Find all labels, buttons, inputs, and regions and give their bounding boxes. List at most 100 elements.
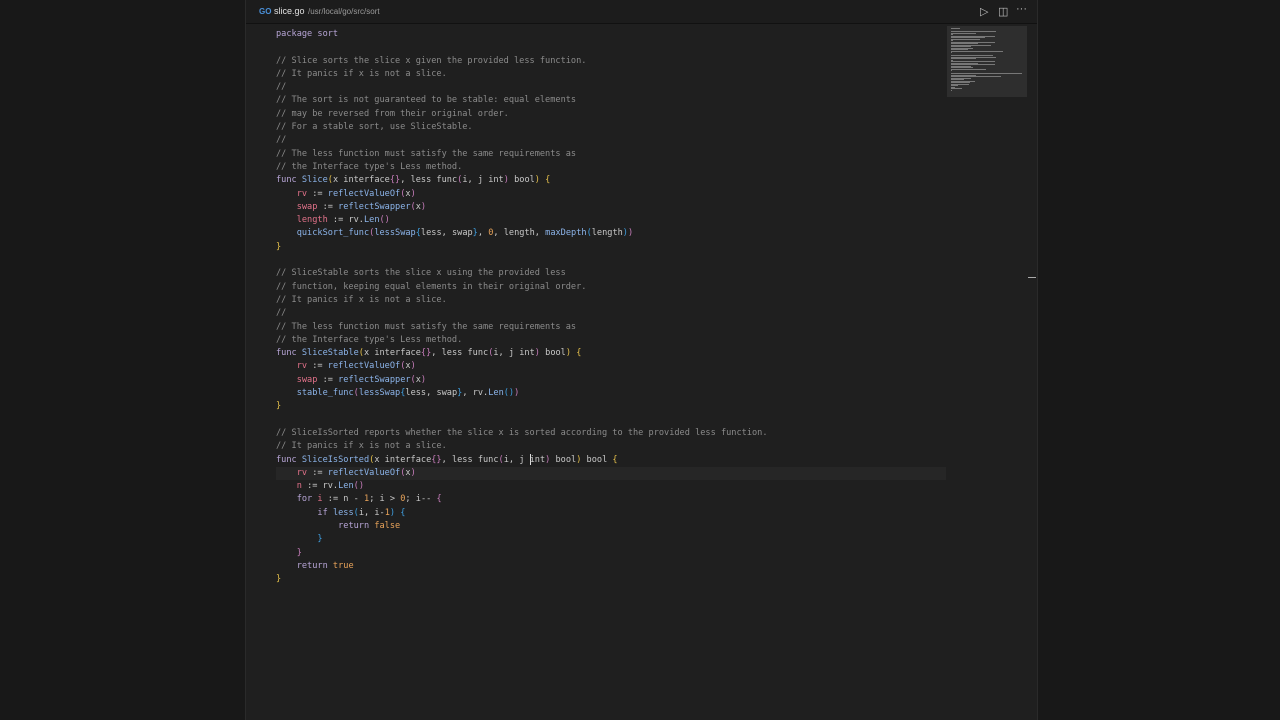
- code-token: lessSwap: [374, 228, 416, 239]
- code-token: //: [276, 82, 287, 93]
- code-line[interactable]: }: [276, 547, 946, 560]
- code-line[interactable]: rv := reflectValueOf(x): [276, 360, 946, 373]
- code-token: func: [276, 175, 302, 186]
- code-line[interactable]: rv := reflectValueOf(x): [276, 188, 946, 201]
- code-token: i, j: [503, 454, 530, 465]
- code-line[interactable]: [276, 41, 946, 54]
- code-line[interactable]: [276, 414, 946, 427]
- code-line[interactable]: }: [276, 241, 946, 254]
- code-line[interactable]: //: [276, 134, 946, 147]
- code-line[interactable]: // function, keeping equal elements in t…: [276, 281, 946, 294]
- code-line[interactable]: // may be reversed from their original o…: [276, 108, 946, 121]
- code-token: // The less function must satisfy the sa…: [276, 148, 577, 159]
- code-token: := rv.: [327, 215, 364, 226]
- code-token: // SliceIsSorted reports whether the sli…: [276, 427, 768, 438]
- code-token: // the Interface type's Less method.: [276, 334, 463, 345]
- code-line[interactable]: }: [276, 400, 946, 413]
- code-token: bool: [581, 454, 613, 465]
- minimap-line: [951, 50, 1003, 52]
- code-line[interactable]: // For a stable sort, use SliceStable.: [276, 121, 946, 134]
- file-name[interactable]: slice.go: [274, 6, 305, 16]
- code-token: less: [332, 507, 354, 518]
- code-token: , less func: [441, 454, 499, 465]
- code-token: // It panics if x is not a slice.: [276, 294, 447, 305]
- code-line[interactable]: // Slice sorts the slice x given the pro…: [276, 55, 946, 68]
- code-line[interactable]: // It panics if x is not a slice.: [276, 440, 946, 453]
- code-line[interactable]: length := rv.Len(): [276, 214, 946, 227]
- code-token: {: [539, 175, 551, 186]
- code-line[interactable]: //: [276, 81, 946, 94]
- code-line[interactable]: return false: [276, 520, 946, 533]
- code-token: // function, keeping equal elements in t…: [276, 281, 587, 292]
- code-token: x interface: [332, 175, 390, 186]
- code-token: SliceStable: [301, 348, 359, 359]
- code-token: ): [420, 374, 427, 385]
- code-token: := rv.: [301, 481, 339, 492]
- minimap-line: [951, 88, 963, 89]
- code-token: less, swap: [405, 388, 458, 399]
- code-line[interactable]: swap := reflectSwapper(x): [276, 201, 946, 214]
- code-token: i, i-: [358, 507, 385, 518]
- code-line[interactable]: func Slice(x interface{}, less func(i, j…: [276, 174, 946, 187]
- code-line[interactable]: // SliceIsSorted reports whether the sli…: [276, 427, 946, 440]
- code-line[interactable]: // the Interface type's Less method.: [276, 161, 946, 174]
- code-line[interactable]: rv := reflectValueOf(x): [276, 466, 946, 481]
- code-line[interactable]: // It panics if x is not a slice.: [276, 294, 946, 307]
- editor-tab-bar: GO slice.go /usr/local/go/src/sort ▷ ◫ ·…: [246, 0, 1037, 24]
- code-token: reflectValueOf: [327, 467, 401, 478]
- code-line[interactable]: n := rv.Len(): [276, 480, 946, 493]
- code-token: }: [317, 534, 323, 545]
- code-token: // For a stable sort, use SliceStable.: [276, 122, 473, 133]
- code-token: bool: [508, 175, 535, 186]
- code-token: := n -: [322, 494, 364, 505]
- code-line[interactable]: quickSort_func(lessSwap{less, swap}, 0, …: [276, 227, 946, 240]
- scrollbar-marker[interactable]: [1028, 277, 1036, 278]
- more-icon[interactable]: ···: [1016, 3, 1027, 15]
- code-line[interactable]: // The less function must satisfy the sa…: [276, 148, 946, 161]
- minimap[interactable]: [947, 26, 1027, 97]
- code-token: }: [276, 574, 282, 585]
- code-token: //: [276, 308, 287, 319]
- code-token: {}: [389, 175, 401, 186]
- code-line[interactable]: if less(i, i-1) {: [276, 507, 946, 520]
- code-line[interactable]: package sort: [276, 28, 946, 41]
- code-token: true: [332, 560, 354, 571]
- code-token: if: [317, 507, 333, 518]
- code-line[interactable]: //: [276, 307, 946, 320]
- code-line[interactable]: func SliceStable(x interface{}, less fun…: [276, 347, 946, 360]
- code-token: rv: [296, 467, 308, 478]
- code-line[interactable]: stable_func(lessSwap{less, swap}, rv.Len…: [276, 387, 946, 400]
- code-token: x interface: [363, 348, 421, 359]
- code-token: ): [410, 467, 416, 478]
- code-line[interactable]: return true: [276, 560, 946, 573]
- code-line[interactable]: // The sort is not guaranteed to be stab…: [276, 94, 946, 107]
- code-line[interactable]: for i := n - 1; i > 0; i-- {: [276, 493, 946, 506]
- code-editor[interactable]: package sort // Slice sorts the slice x g…: [276, 28, 946, 586]
- code-token: ; i >: [369, 494, 401, 505]
- code-line[interactable]: // It panics if x is not a slice.: [276, 68, 946, 81]
- code-line[interactable]: }: [276, 533, 946, 546]
- code-line[interactable]: }: [276, 573, 946, 586]
- code-token: {}: [420, 348, 432, 359]
- code-line[interactable]: func SliceIsSorted(x interface{}, less f…: [276, 453, 946, 467]
- code-token: {}: [431, 454, 442, 465]
- minimap-line: [951, 68, 987, 70]
- code-line[interactable]: // SliceStable sorts the slice x using t…: [276, 267, 946, 280]
- code-token: less, swap: [420, 228, 473, 239]
- minimap-line: [951, 58, 976, 59]
- minimap-line: [951, 38, 980, 40]
- code-line[interactable]: [276, 254, 946, 267]
- code-line[interactable]: // the Interface type's Less method.: [276, 334, 946, 347]
- play-icon[interactable]: ▷: [980, 5, 988, 18]
- code-line[interactable]: swap := reflectSwapper(x): [276, 374, 946, 387]
- code-line[interactable]: // The less function must satisfy the sa…: [276, 321, 946, 334]
- code-token: // SliceStable sorts the slice x using t…: [276, 268, 566, 279]
- split-editor-icon[interactable]: ◫: [998, 5, 1008, 18]
